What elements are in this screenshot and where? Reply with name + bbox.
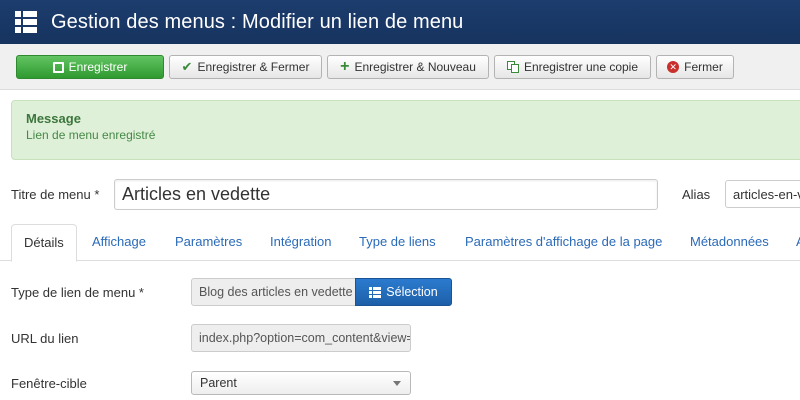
save-button-label: Enregistrer bbox=[68, 60, 128, 74]
save-copy-button-label: Enregistrer une copie bbox=[523, 60, 639, 74]
tab-integration[interactable]: Intégration bbox=[258, 224, 343, 261]
close-button[interactable]: ✕ Fermer bbox=[656, 55, 734, 79]
select-type-button[interactable]: Sélection bbox=[355, 278, 452, 306]
toolbar: Enregistrer ✔ Enregistrer & Fermer + Enr… bbox=[0, 44, 800, 90]
tab-page-display[interactable]: Paramètres d'affichage de la page bbox=[453, 224, 674, 261]
url-label: URL du lien bbox=[11, 331, 79, 346]
save-close-button[interactable]: ✔ Enregistrer & Fermer bbox=[169, 55, 322, 79]
title-label: Titre de menu * bbox=[11, 187, 100, 202]
tab-parameters[interactable]: Paramètres bbox=[163, 224, 254, 261]
header-bar: Gestion des menus : Modifier un lien de … bbox=[0, 0, 800, 44]
tab-display[interactable]: Affichage bbox=[80, 224, 158, 261]
target-window-label: Fenêtre-cible bbox=[11, 376, 87, 391]
tab-metadata[interactable]: Métadonnées bbox=[678, 224, 781, 261]
menu-list-icon bbox=[15, 11, 37, 33]
message-heading: Message bbox=[26, 111, 81, 126]
save-copy-button[interactable]: Enregistrer une copie bbox=[494, 55, 651, 79]
menu-type-label: Type de lien de menu * bbox=[11, 285, 144, 300]
title-input[interactable] bbox=[114, 179, 658, 210]
save-close-button-label: Enregistrer & Fermer bbox=[197, 60, 310, 74]
alias-label: Alias bbox=[682, 187, 711, 202]
success-message: Message Lien de menu enregistré bbox=[11, 100, 800, 160]
tab-link-type[interactable]: Type de liens bbox=[347, 224, 448, 261]
select-type-button-label: Sélection bbox=[386, 285, 438, 299]
save-button[interactable]: Enregistrer bbox=[16, 55, 164, 79]
list-icon bbox=[369, 286, 382, 298]
chevron-down-icon bbox=[393, 381, 401, 386]
copy-icon bbox=[506, 61, 519, 73]
plus-icon: + bbox=[340, 58, 350, 75]
save-new-button[interactable]: + Enregistrer & Nouveau bbox=[327, 55, 489, 79]
close-button-label: Fermer bbox=[684, 60, 723, 74]
target-window-select[interactable]: Parent bbox=[191, 371, 411, 395]
menu-type-field: Blog des articles en vedette bbox=[191, 278, 356, 306]
tab-bar: Détails Affichage Paramètres Intégration… bbox=[0, 224, 800, 262]
tab-details[interactable]: Détails bbox=[11, 224, 77, 262]
target-window-value: Parent bbox=[200, 376, 237, 390]
message-text: Lien de menu enregistré bbox=[26, 128, 156, 142]
edit-icon bbox=[52, 61, 64, 73]
url-field: index.php?option=com_content&view=featur… bbox=[191, 324, 411, 352]
page-title: Gestion des menus : Modifier un lien de … bbox=[51, 10, 464, 33]
alias-input[interactable] bbox=[725, 180, 800, 208]
close-circle-icon: ✕ bbox=[667, 61, 680, 73]
check-icon: ✔ bbox=[181, 59, 193, 74]
save-new-button-label: Enregistrer & Nouveau bbox=[354, 60, 476, 74]
tab-more[interactable]: A bbox=[784, 224, 800, 261]
